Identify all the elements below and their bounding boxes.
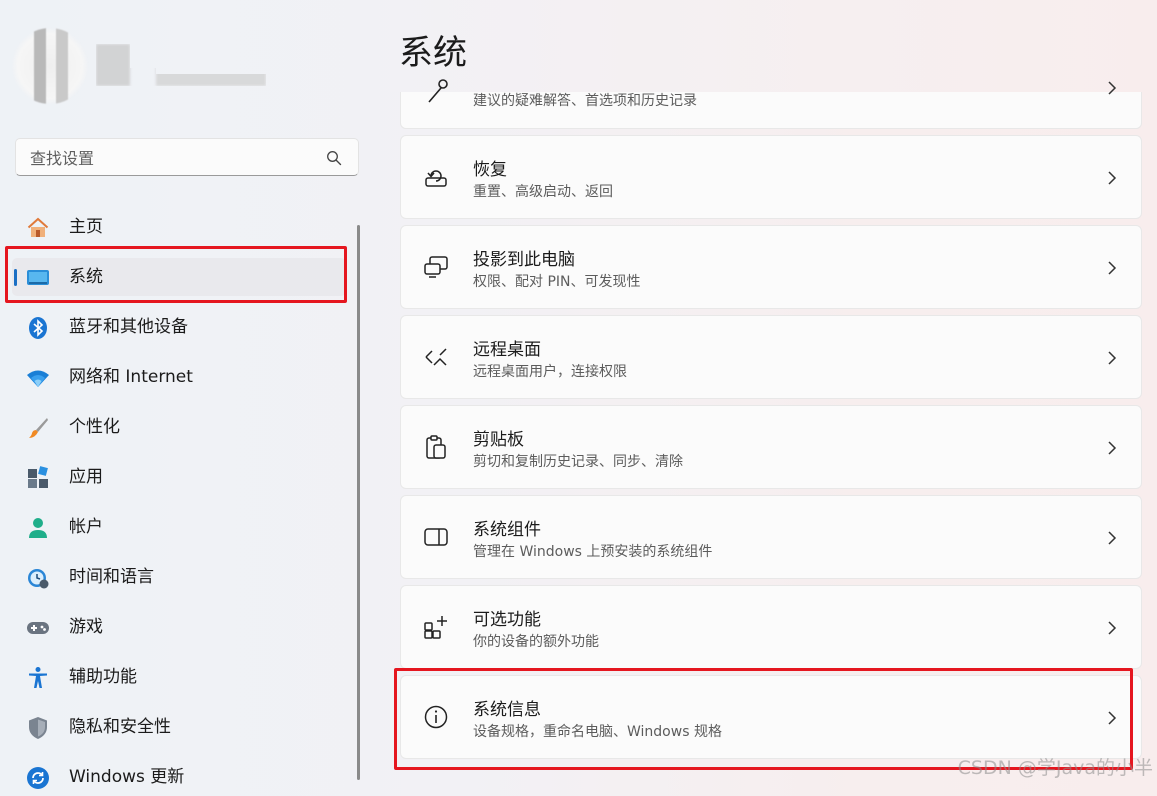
sidebar-item-label: 应用: [69, 467, 103, 487]
avatar[interactable]: [12, 28, 88, 104]
sidebar-item-label: 主页: [69, 217, 103, 237]
settings-card-project-to-pc[interactable]: 投影到此电脑 权限、配对 PIN、可发现性: [400, 225, 1142, 309]
sidebar-item-label: 蓝牙和其他设备: [69, 317, 188, 337]
clipboard-icon: [426, 435, 446, 459]
sidebar-item-apps[interactable]: 应用: [12, 458, 346, 496]
sidebar-item-label: 辅助功能: [69, 667, 137, 687]
card-title: 恢复: [473, 160, 507, 180]
sidebar-item-time-language[interactable]: 时间和语言: [12, 558, 346, 596]
search-icon[interactable]: [326, 150, 342, 166]
chevron-right-icon: [1108, 81, 1117, 95]
settings-card-clipboard[interactable]: 剪贴板 剪切和复制历史记录、同步、清除: [400, 405, 1142, 489]
sidebar-item-accessibility[interactable]: 辅助功能: [12, 658, 346, 696]
troubleshoot-icon: [428, 79, 448, 103]
sidebar-item-label: Windows 更新: [69, 767, 185, 787]
sidebar-item-windows-update[interactable]: Windows 更新: [12, 758, 346, 796]
chevron-right-icon: [1108, 621, 1117, 635]
chevron-right-icon: [1108, 441, 1117, 455]
time-language-icon: [26, 566, 50, 590]
search-input[interactable]: [28, 146, 322, 170]
sidebar-item-network[interactable]: 网络和 Internet: [12, 358, 346, 396]
user-profile[interactable]: [12, 28, 272, 108]
sidebar-item-personalization[interactable]: 个性化: [12, 408, 346, 446]
sidebar-item-label: 时间和语言: [69, 567, 154, 587]
settings-card-system-components[interactable]: 系统组件 管理在 Windows 上预安装的系统组件: [400, 495, 1142, 579]
highlight-box-system-nav: [5, 246, 347, 303]
sidebar-item-label: 帐户: [69, 517, 103, 537]
card-title: 远程桌面: [473, 340, 541, 360]
card-subtitle: 你的设备的额外功能: [473, 634, 599, 650]
paintbrush-icon: [26, 416, 50, 440]
update-icon: [26, 766, 50, 790]
sidebar-item-gaming[interactable]: 游戏: [12, 608, 346, 646]
system-components-icon: [424, 528, 448, 546]
sidebar-item-privacy[interactable]: 隐私和安全性: [12, 708, 346, 746]
chevron-right-icon: [1108, 171, 1117, 185]
sidebar-item-label: 隐私和安全性: [69, 717, 171, 737]
settings-card-remote-desktop[interactable]: 远程桌面 远程桌面用户，连接权限: [400, 315, 1142, 399]
card-subtitle: 远程桌面用户，连接权限: [473, 364, 627, 380]
search-box[interactable]: [15, 138, 359, 176]
card-subtitle: 剪切和复制历史记录、同步、清除: [473, 454, 683, 470]
header-background: [390, 0, 1157, 92]
card-subtitle: 管理在 Windows 上预安装的系统组件: [473, 544, 713, 560]
chevron-right-icon: [1108, 261, 1117, 275]
sidebar-item-label: 个性化: [69, 417, 120, 437]
sidebar-item-accounts[interactable]: 帐户: [12, 508, 346, 546]
bluetooth-icon: [26, 316, 50, 340]
gamepad-icon: [26, 616, 50, 640]
card-title: 系统组件: [473, 520, 541, 540]
chevron-right-icon: [1108, 531, 1117, 545]
sidebar-item-home[interactable]: 主页: [12, 208, 346, 246]
sidebar-item-label: 网络和 Internet: [69, 367, 193, 387]
settings-card-recovery[interactable]: 恢复 重置、高级启动、返回: [400, 135, 1142, 219]
project-icon: [424, 256, 448, 278]
optional-features-icon: [424, 616, 447, 639]
card-subtitle: 建议的疑难解答、首选项和历史记录: [473, 93, 697, 109]
home-icon: [26, 216, 50, 240]
chevron-right-icon: [1108, 351, 1117, 365]
accessibility-icon: [26, 666, 50, 690]
remote-desktop-icon: [425, 348, 447, 366]
sidebar-scrollbar[interactable]: [357, 225, 360, 780]
sidebar-item-label: 游戏: [69, 617, 103, 637]
card-title: 剪贴板: [473, 430, 524, 450]
account-icon: [26, 516, 50, 540]
wifi-icon: [26, 366, 50, 390]
settings-card-troubleshoot-visible[interactable]: 建议的疑难解答、首选项和历史记录: [400, 79, 1142, 129]
page-title: 系统: [399, 33, 467, 73]
card-title: 投影到此电脑: [473, 250, 575, 270]
apps-icon: [26, 466, 50, 490]
watermark: CSDN @学Java的小半: [957, 757, 1153, 779]
sidebar-item-bluetooth[interactable]: 蓝牙和其他设备: [12, 308, 346, 346]
recovery-icon: [425, 170, 447, 187]
card-subtitle: 权限、配对 PIN、可发现性: [473, 274, 641, 290]
card-title: 可选功能: [473, 610, 541, 630]
shield-icon: [26, 716, 50, 740]
user-name-blurred: [96, 44, 266, 86]
settings-card-optional-features[interactable]: 可选功能 你的设备的额外功能: [400, 585, 1142, 669]
card-subtitle: 重置、高级启动、返回: [473, 184, 613, 200]
